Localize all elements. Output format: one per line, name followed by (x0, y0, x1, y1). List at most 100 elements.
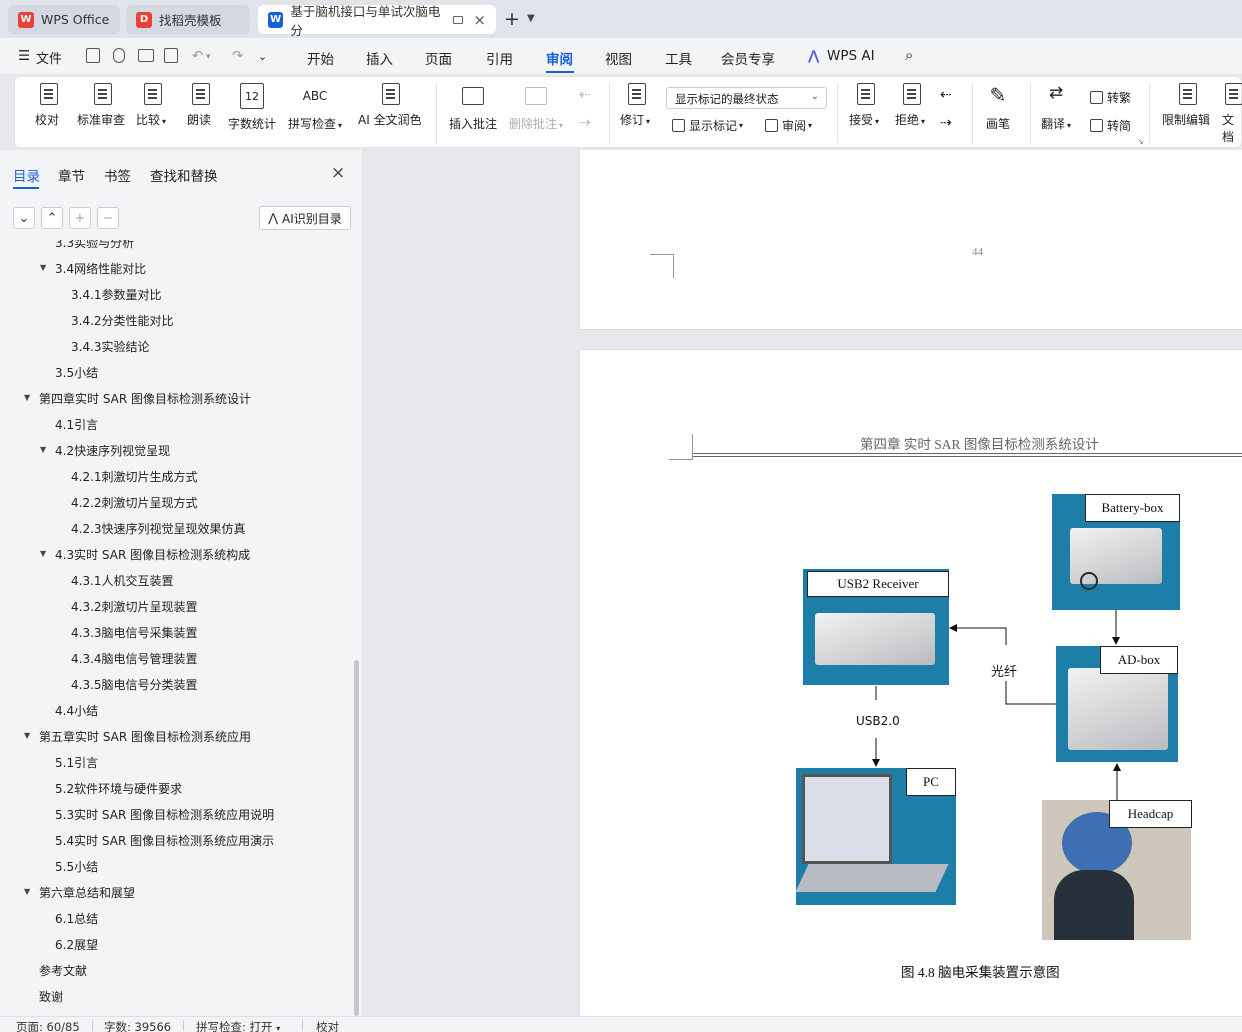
page-indicator[interactable]: 页面: 60/85 (16, 1019, 80, 1032)
proofread-indicator[interactable]: 校对 (316, 1019, 339, 1032)
toc-item[interactable]: 4.2.1刺激切片生成方式 (71, 468, 198, 485)
menu-member[interactable]: 会员专享 (721, 48, 775, 68)
chevron-down-icon[interactable]: ▾ (206, 52, 211, 62)
toc-item[interactable]: 3.4.3实验结论 (71, 338, 150, 355)
menu-tools[interactable]: 工具 (665, 48, 692, 68)
read-aloud-button[interactable]: 朗读 (187, 83, 211, 128)
previous-comment-icon[interactable]: ⇠ (579, 87, 591, 103)
toc-item[interactable]: 4.1引言 (55, 416, 98, 433)
panel-tab-find-replace[interactable]: 查找和替换 (150, 165, 218, 185)
toc-item[interactable]: 5.5小结 (55, 858, 98, 875)
toc-item[interactable]: 4.3实时 SAR 图像目标检测系统构成 (55, 546, 250, 563)
menu-review[interactable]: 审阅 (546, 48, 573, 68)
expand-all-button[interactable]: ⌄ (13, 207, 35, 229)
toc-item[interactable]: 3.5小结 (55, 364, 98, 381)
toc-item[interactable]: 4.3.1人机交互装置 (71, 572, 174, 589)
toc-item[interactable]: 4.3.2刺激切片呈现装置 (71, 598, 198, 615)
menu-wps-ai[interactable]: WPS AI (827, 48, 875, 64)
new-tab-icon[interactable]: + (504, 8, 520, 30)
menu-view[interactable]: 视图 (605, 48, 632, 68)
toc-item[interactable]: 5.4实时 SAR 图像目标检测系统应用演示 (55, 832, 274, 849)
toc-item[interactable]: 5.3实时 SAR 图像目标检测系统应用说明 (55, 806, 274, 823)
to-traditional-button[interactable]: 转繁 (1090, 89, 1131, 106)
delete-comment-button[interactable]: 删除批注 ▾ (509, 83, 563, 132)
toc-item[interactable]: 4.3.5脑电信号分类装置 (71, 676, 198, 693)
tab-wps-office[interactable]: W WPS Office (8, 5, 120, 34)
toc-item[interactable]: 3.4.2分类性能对比 (71, 312, 174, 329)
menu-reference[interactable]: 引用 (486, 48, 513, 68)
hamburger-icon[interactable]: ☰ (18, 48, 30, 64)
redo-icon[interactable]: ↷ (232, 48, 243, 64)
more-icon[interactable]: ⌄ (258, 50, 267, 63)
toc-item[interactable]: 第五章实时 SAR 图像目标检测系统应用 (39, 728, 251, 745)
panel-tab-bookmarks[interactable]: 书签 (104, 165, 131, 185)
toc-item[interactable]: 参考文献 (39, 962, 87, 979)
to-simplified-button[interactable]: 转简 (1090, 117, 1131, 134)
word-count-button[interactable]: 12 字数统计 (228, 83, 276, 132)
menu-page[interactable]: 页面 (425, 48, 452, 68)
menu-file[interactable]: 文件 (36, 48, 62, 67)
expand-arrow-icon[interactable]: ▼ (24, 393, 30, 402)
toc-item[interactable]: 3.4网络性能对比 (55, 260, 146, 277)
expand-corner-icon[interactable]: ↘ (1137, 137, 1144, 146)
ai-toc-button[interactable]: ⋀ AI识别目录 (259, 206, 351, 230)
ai-polish-button[interactable]: AI 全文润色 (358, 83, 422, 128)
output-icon[interactable] (113, 48, 125, 63)
reject-button[interactable]: 拒绝 ▾ (895, 83, 925, 128)
toc-item[interactable]: 5.2软件环境与硬件要求 (55, 780, 182, 797)
toc-item[interactable]: 4.3.3脑电信号采集装置 (71, 624, 198, 641)
undo-icon[interactable]: ↶ (192, 48, 203, 64)
next-change-icon[interactable]: ⇢ (940, 115, 952, 131)
toc-item[interactable]: 4.4小结 (55, 702, 98, 719)
toc-item[interactable]: 5.1引言 (55, 754, 98, 771)
close-icon[interactable]: × (473, 11, 486, 29)
toc-item[interactable]: 4.3.4脑电信号管理装置 (71, 650, 198, 667)
proofread-button[interactable]: 校对 (35, 83, 59, 128)
track-changes-button[interactable]: 修订 ▾ (620, 83, 650, 128)
toc-item[interactable]: 3.3实验与分析 (55, 240, 134, 251)
show-markup-button[interactable]: 显示标记 ▾ (672, 117, 743, 134)
toc-scrollbar[interactable] (354, 660, 359, 1016)
print-icon[interactable] (138, 49, 154, 62)
menu-start[interactable]: 开始 (307, 48, 334, 68)
remove-heading-button[interactable]: − (97, 207, 119, 229)
next-comment-icon[interactable]: ⇢ (579, 115, 591, 131)
chevron-down-icon[interactable]: ▼ (527, 13, 535, 24)
review-pane-button[interactable]: 审阅 ▾ (765, 117, 812, 134)
save-icon[interactable] (86, 48, 100, 63)
tab-document[interactable]: W 基于脑机接口与单试次脑电分 × (258, 4, 496, 38)
restrict-edit-button[interactable]: 限制编辑 (1162, 83, 1210, 128)
tab-docer-templates[interactable]: D 找稻壳模板 (126, 5, 250, 34)
markup-state-select[interactable]: 显示标记的最终状态 ⌄ (666, 87, 827, 109)
panel-tab-toc[interactable]: 目录 (13, 165, 40, 185)
expand-arrow-icon[interactable]: ▼ (24, 731, 30, 740)
toc-item[interactable]: 6.2展望 (55, 936, 98, 953)
compare-button[interactable]: 比较 ▾ (136, 83, 166, 128)
panel-tab-sections[interactable]: 章节 (58, 165, 85, 185)
pen-button[interactable]: ✎ 画笔 (986, 83, 1010, 132)
toc-item[interactable]: 4.2快速序列视觉呈现 (55, 442, 170, 459)
spell-check-button[interactable]: ABC 拼写检查 ▾ (288, 83, 342, 132)
toc-item[interactable]: 致谢 (39, 988, 63, 1005)
collapse-all-button[interactable]: ⌃ (41, 207, 63, 229)
add-heading-button[interactable]: + (69, 207, 91, 229)
document-permission-button[interactable]: 文档 (1222, 83, 1242, 145)
print-preview-icon[interactable] (164, 48, 178, 63)
toc-item[interactable]: 4.2.2刺激切片呈现方式 (71, 494, 198, 511)
toc-item[interactable]: 第六章总结和展望 (39, 884, 135, 901)
accept-button[interactable]: 接受 ▾ (849, 83, 879, 128)
expand-arrow-icon[interactable]: ▼ (40, 549, 46, 558)
spell-check-indicator[interactable]: 拼写检查: 打开 ▾ (196, 1019, 280, 1032)
menu-insert[interactable]: 插入 (366, 48, 393, 68)
toc-item[interactable]: 3.4.1参数量对比 (71, 286, 162, 303)
word-count-indicator[interactable]: 字数: 39566 (104, 1019, 171, 1032)
monitor-icon[interactable] (452, 15, 464, 24)
translate-button[interactable]: ⇄ 翻译 ▾ (1041, 83, 1071, 132)
toc-item[interactable]: 4.2.3快速序列视觉呈现效果仿真 (71, 520, 246, 537)
previous-change-icon[interactable]: ⇠ (940, 87, 952, 103)
expand-arrow-icon[interactable]: ▼ (40, 445, 46, 454)
toc-item[interactable]: 第四章实时 SAR 图像目标检测系统设计 (39, 390, 251, 407)
expand-arrow-icon[interactable]: ▼ (40, 263, 46, 272)
search-icon[interactable]: ⌕ (905, 46, 913, 64)
close-icon[interactable]: × (331, 163, 345, 183)
